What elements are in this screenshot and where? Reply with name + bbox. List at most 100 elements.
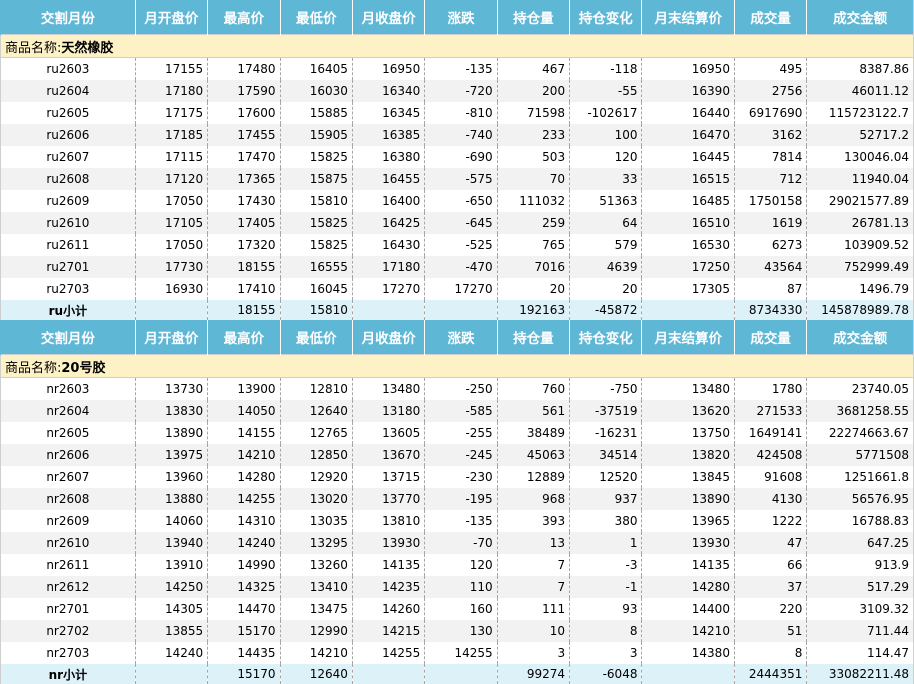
cell-delivery-month: ru2610: [0, 212, 136, 234]
table-row[interactable]: ru2703 16930 17410 16045 17270 17270 20 20 17305…: [0, 278, 914, 300]
cell-turnover: 114.47: [806, 642, 914, 664]
column-header-delivery-month[interactable]: 交割月份: [0, 0, 136, 35]
cell-month-end-settle: 13890: [641, 488, 735, 510]
cell-open-interest: 393: [496, 510, 570, 532]
group-prefix: 商品名称:: [5, 360, 62, 376]
cell-oi-change: 33: [569, 168, 642, 190]
cell-delivery-month: nr2604: [0, 400, 136, 422]
cell-open-interest: 20: [496, 278, 570, 300]
table-row[interactable]: nr2604 13830 14050 12640 13180 -585 561 -37519 1…: [0, 400, 914, 422]
cell-change: -250: [424, 377, 498, 400]
cell-turnover: 52717.2: [806, 124, 914, 146]
column-header-oi-change[interactable]: 持仓变化: [569, 320, 642, 355]
cell-turnover: 913.9: [806, 554, 914, 576]
cell-delivery-month: nr2603: [0, 377, 136, 400]
column-header-month-open[interactable]: 月开盘价: [134, 320, 208, 355]
cell-open-interest: 765: [496, 234, 570, 256]
cell-month-close: 16400: [351, 190, 425, 212]
cell-change: -585: [424, 400, 498, 422]
cell-turnover: 115723122.7: [806, 102, 914, 124]
cell-month-open: 17115: [134, 146, 208, 168]
table-row[interactable]: nr2612 14250 14325 13410 14235 110 7 -1 14280 37 5…: [0, 576, 914, 598]
column-header-open-interest[interactable]: 持仓量: [496, 0, 570, 35]
table-row[interactable]: ru2609 17050 17430 15810 16400 -650 111032 5136…: [0, 190, 914, 212]
cell-volume: 2756: [733, 80, 807, 102]
table-row[interactable]: nr2703 14240 14435 14210 14255 14255 3 3 14380 8 1…: [0, 642, 914, 664]
column-header-month-end-settle[interactable]: 月末结算价: [641, 0, 735, 35]
cell-month-open: 17180: [134, 80, 208, 102]
subtotal-open-interest: 192163: [496, 300, 570, 320]
cell-month-open: 17050: [134, 234, 208, 256]
column-header-volume[interactable]: 成交量: [733, 0, 807, 35]
cell-delivery-month: ru2701: [0, 256, 136, 278]
column-header-month-open[interactable]: 月开盘价: [134, 0, 208, 35]
cell-turnover: 1496.79: [806, 278, 914, 300]
cell-low: 14210: [279, 642, 353, 664]
cell-change: 130: [424, 620, 498, 642]
subtotal-delivery-month: ru小计: [0, 300, 136, 320]
table-row[interactable]: ru2611 17050 17320 15825 16430 -525 765 579 1653…: [0, 234, 914, 256]
column-header-change[interactable]: 涨跌: [424, 0, 498, 35]
table-row[interactable]: nr2609 14060 14310 13035 13810 -135 393 380 1396…: [0, 510, 914, 532]
table-row[interactable]: nr2605 13890 14155 12765 13605 -255 38489 -1623…: [0, 422, 914, 444]
cell-month-close: 17180: [351, 256, 425, 278]
column-header-month-close[interactable]: 月收盘价: [351, 320, 425, 355]
cell-delivery-month: ru2604: [0, 80, 136, 102]
cell-high: 17590: [207, 80, 281, 102]
cell-month-close: 14215: [351, 620, 425, 642]
table-row[interactable]: ru2604 17180 17590 16030 16340 -720 200 -55 1639…: [0, 80, 914, 102]
column-header-month-close[interactable]: 月收盘价: [351, 0, 425, 35]
table-row[interactable]: ru2605 17175 17600 15885 16345 -810 71598 -1026…: [0, 102, 914, 124]
cell-month-end-settle: 16530: [641, 234, 735, 256]
column-header-turnover[interactable]: 成交金额: [806, 0, 914, 35]
table-row[interactable]: ru2610 17105 17405 15825 16425 -645 259 64 16510…: [0, 212, 914, 234]
cell-low: 15885: [279, 102, 353, 124]
cell-turnover: 752999.49: [806, 256, 914, 278]
cell-month-open: 14305: [134, 598, 208, 620]
table-body: 交割月份 月开盘价 最高价 最低价 月收盘价 涨跌 持仓量 持仓变化 月末结算价 成交量 成交金额商…: [0, 0, 914, 684]
column-header-change[interactable]: 涨跌: [424, 320, 498, 355]
table-row[interactable]: nr2702 13855 15170 12990 14215 130 10 8 14210 51 7…: [0, 620, 914, 642]
subtotal-high: 15170: [207, 664, 281, 684]
column-header-delivery-month[interactable]: 交割月份: [0, 320, 136, 355]
column-header-volume[interactable]: 成交量: [733, 320, 807, 355]
column-header-high[interactable]: 最高价: [207, 0, 281, 35]
cell-delivery-month: nr2702: [0, 620, 136, 642]
table-row[interactable]: nr2603 13730 13900 12810 13480 -250 760 -750 134…: [0, 377, 914, 400]
cell-high: 14280: [207, 466, 281, 488]
cell-month-end-settle: 14400: [641, 598, 735, 620]
cell-delivery-month: ru2606: [0, 124, 136, 146]
cell-change: -720: [424, 80, 498, 102]
table-row[interactable]: nr2701 14305 14470 13475 14260 160 111 93 14400 2…: [0, 598, 914, 620]
table-row[interactable]: nr2606 13975 14210 12850 13670 -245 45063 34514…: [0, 444, 914, 466]
subtotal-month-close: [351, 664, 425, 684]
subtotal-volume: 2444351: [733, 664, 807, 684]
cell-volume: 6917690: [733, 102, 807, 124]
subtotal-low: 12640: [279, 664, 353, 684]
cell-change: 160: [424, 598, 498, 620]
column-header-oi-change[interactable]: 持仓变化: [569, 0, 642, 35]
table-row[interactable]: nr2608 13880 14255 13020 13770 -195 968 937 1389…: [0, 488, 914, 510]
cell-volume: 712: [733, 168, 807, 190]
column-header-high[interactable]: 最高价: [207, 320, 281, 355]
table-row[interactable]: nr2610 13940 14240 13295 13930 -70 13 1 13930 47 6…: [0, 532, 914, 554]
cell-high: 14210: [207, 444, 281, 466]
table-row[interactable]: ru2701 17730 18155 16555 17180 -470 7016 4639 17…: [0, 256, 914, 278]
table-row[interactable]: ru2606 17185 17455 15905 16385 -740 233 100 1647…: [0, 124, 914, 146]
table-row[interactable]: ru2603 17155 17480 16405 16950 -135 467 -118 169…: [0, 57, 914, 80]
column-header-low[interactable]: 最低价: [279, 320, 353, 355]
table-row[interactable]: nr2611 13910 14990 13260 14135 120 7 -3 14135 66 9…: [0, 554, 914, 576]
cell-low: 16555: [279, 256, 353, 278]
column-header-turnover[interactable]: 成交金额: [806, 320, 914, 355]
column-header-month-end-settle[interactable]: 月末结算价: [641, 320, 735, 355]
table-row[interactable]: ru2607 17115 17470 15825 16380 -690 503 120 1644…: [0, 146, 914, 168]
table-row[interactable]: nr2607 13960 14280 12920 13715 -230 12889 12520…: [0, 466, 914, 488]
cell-low: 12920: [279, 466, 353, 488]
cell-volume: 3162: [733, 124, 807, 146]
cell-delivery-month: ru2605: [0, 102, 136, 124]
column-header-low[interactable]: 最低价: [279, 0, 353, 35]
cell-turnover: 517.29: [806, 576, 914, 598]
table-row[interactable]: ru2608 17120 17365 15875 16455 -575 70 33 16515 7…: [0, 168, 914, 190]
cell-month-open: 13880: [134, 488, 208, 510]
column-header-open-interest[interactable]: 持仓量: [496, 320, 570, 355]
